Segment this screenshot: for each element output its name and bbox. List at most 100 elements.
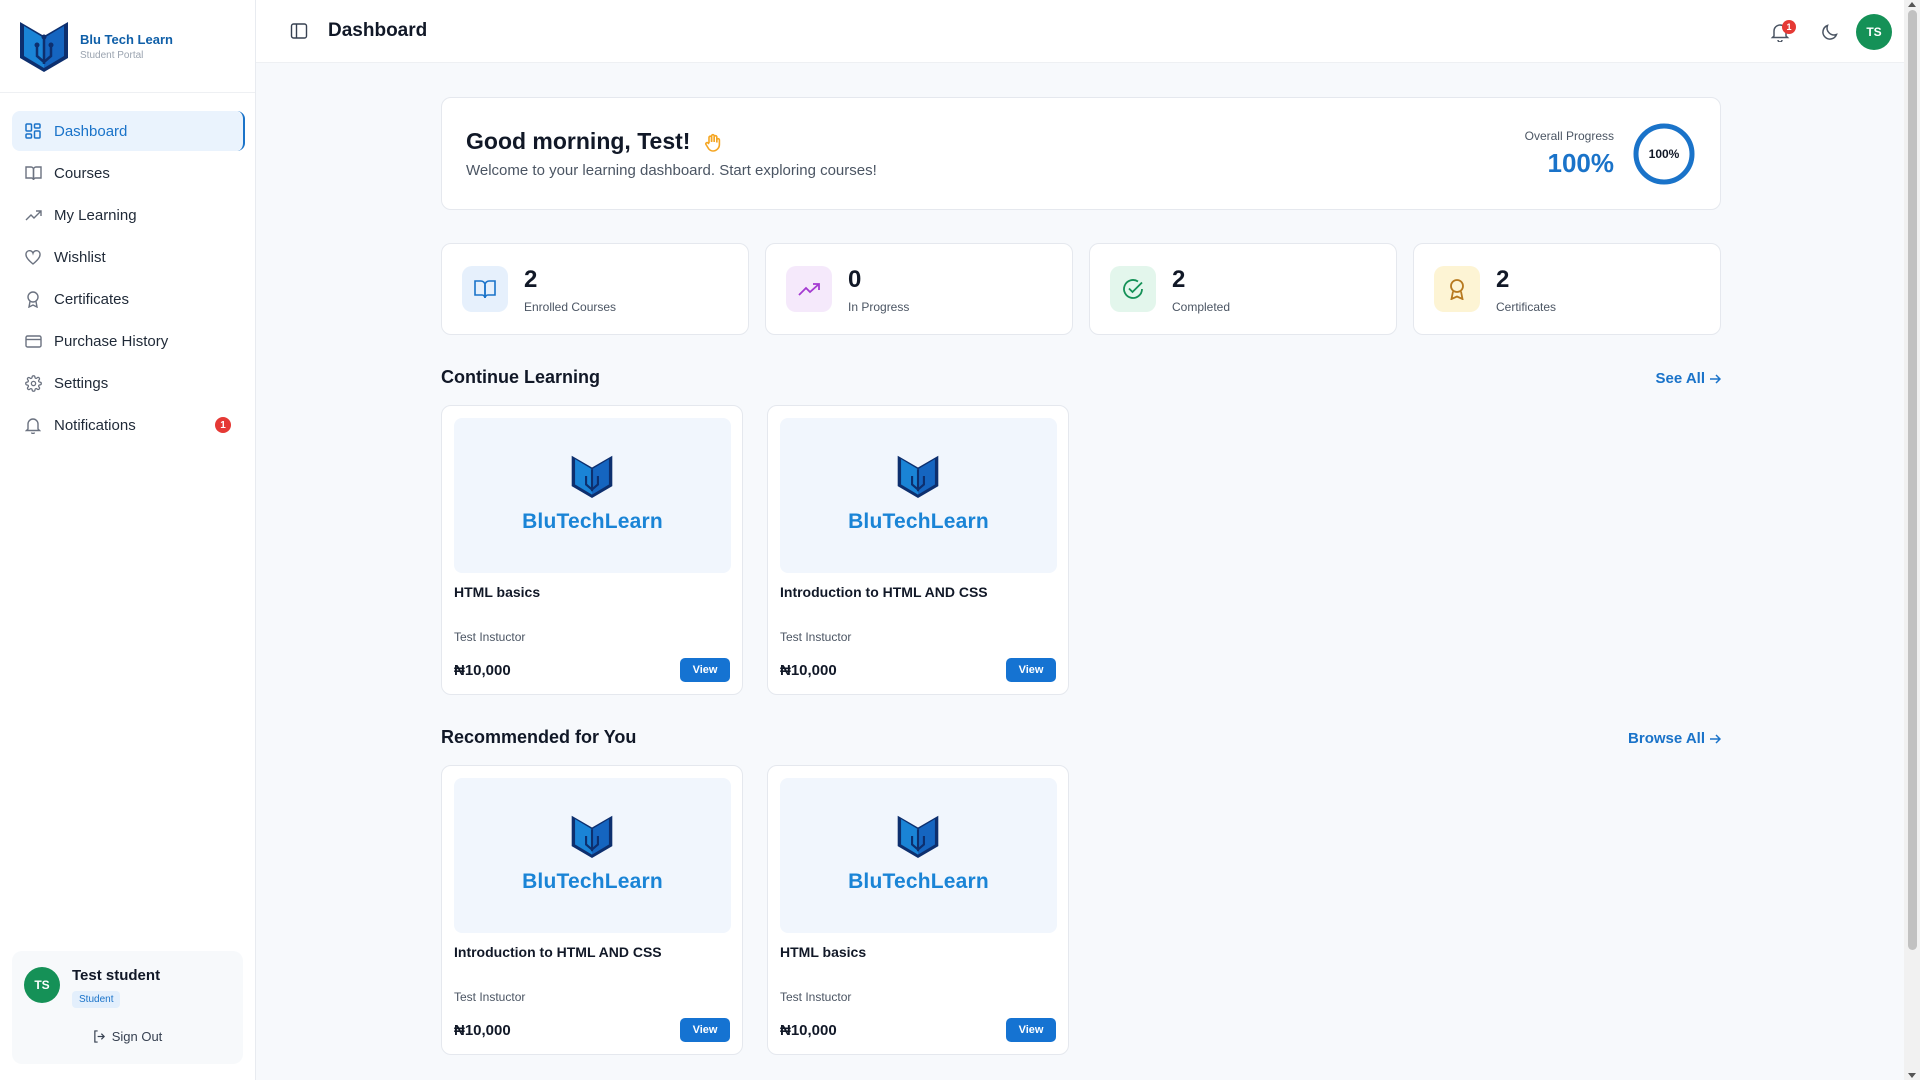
page-scrollbar[interactable] — [1904, 0, 1920, 1080]
continue-learning-section: Continue Learning See All BluTechLearn H… — [441, 367, 1721, 695]
sidebar-item-label: My Learning — [54, 206, 137, 224]
heart-icon — [24, 248, 42, 266]
card-icon — [24, 332, 42, 350]
main-content: Good morning, Test! Welcome to your lear… — [441, 97, 1721, 1055]
scroll-down-icon[interactable] — [1908, 1073, 1916, 1078]
progress-value: 100% — [1547, 148, 1615, 178]
sidebar-item-label: Settings — [54, 374, 109, 392]
wave-hand-icon — [704, 133, 721, 152]
course-title: HTML basics — [454, 584, 541, 600]
recommended-section: Recommended for You Browse All BluTechLe… — [441, 727, 1721, 1055]
course-title: Introduction to HTML AND CSS — [780, 584, 988, 600]
arrow-right-icon — [1710, 373, 1721, 384]
brand[interactable]: Blu Tech Learn Student Portal — [0, 0, 255, 93]
stat-icon-box — [1434, 266, 1480, 312]
thumbnail-wordmark: BluTechLearn — [848, 870, 989, 893]
brand-subtitle: Student Portal — [80, 49, 144, 61]
top-header: Dashboard 1 TS — [256, 0, 1920, 63]
brand-logo-icon — [20, 22, 68, 72]
sidebar-item-settings[interactable]: Settings — [12, 363, 243, 403]
sidebar-item-notifications[interactable]: Notifications 1 — [12, 405, 243, 445]
brand-logo-icon — [571, 815, 613, 858]
sign-out-label: Sign Out — [111, 1029, 163, 1044]
welcome-card: Good morning, Test! Welcome to your lear… — [441, 97, 1721, 210]
award-icon — [1450, 279, 1464, 300]
course-thumbnail: BluTechLearn — [780, 778, 1057, 933]
view-button[interactable]: View — [1006, 658, 1056, 682]
stat-icon-box — [786, 266, 832, 312]
sidebar-item-purchase-history[interactable]: Purchase History — [12, 321, 243, 361]
progress-label: Overall Progress — [1524, 129, 1614, 143]
course-instructor: Test Instuctor — [780, 630, 852, 644]
check-circle-icon — [1123, 279, 1143, 299]
arrow-right-icon — [1710, 733, 1721, 744]
sidebar-nav: Dashboard Courses My Learning Wishlist C… — [0, 93, 255, 445]
stat-label: Enrolled Courses — [524, 300, 617, 314]
browse-all-link[interactable]: Browse All — [1628, 730, 1721, 747]
sidebar-item-label: Certificates — [54, 290, 130, 308]
stat-in-progress: 0 In Progress — [765, 243, 1073, 335]
sidebar-item-courses[interactable]: Courses — [12, 153, 243, 193]
header-notification-badge: 1 — [1782, 20, 1796, 34]
course-card[interactable]: BluTechLearn Introduction to HTML AND CS… — [767, 405, 1069, 695]
trend-icon — [24, 206, 42, 224]
avatar[interactable]: TS — [24, 967, 60, 1003]
notification-badge: 1 — [215, 417, 231, 433]
stat-certificates: 2 Certificates — [1413, 243, 1721, 335]
sidebar-item-dashboard[interactable]: Dashboard — [12, 111, 245, 151]
course-card[interactable]: BluTechLearn HTML basics Test Instuctor … — [441, 405, 743, 695]
course-card[interactable]: BluTechLearn Introduction to HTML AND CS… — [441, 765, 743, 1055]
course-price: ₦10,000 — [454, 1022, 511, 1039]
see-all-link[interactable]: See All — [1656, 370, 1721, 387]
stat-label: Certificates — [1496, 300, 1557, 314]
moon-icon[interactable] — [1820, 22, 1840, 42]
greeting-text: Good morning, Test! — [466, 128, 691, 154]
scroll-up-icon[interactable] — [1908, 2, 1916, 7]
link-label: Browse All — [1628, 730, 1705, 747]
stats-row: 2 Enrolled Courses 0 In Progress 2 Compl… — [441, 243, 1721, 335]
sidebar-item-certificates[interactable]: Certificates — [12, 279, 243, 319]
scroll-thumb[interactable] — [1908, 10, 1917, 950]
stat-label: Completed — [1172, 300, 1231, 314]
course-thumbnail: BluTechLearn — [780, 418, 1057, 573]
sign-out-button[interactable]: Sign Out — [12, 1029, 243, 1044]
course-price: ₦10,000 — [454, 662, 511, 679]
section-title: Continue Learning — [441, 367, 600, 387]
brand-logo-icon — [571, 455, 613, 498]
course-instructor: Test Instuctor — [454, 630, 526, 644]
section-title: Recommended for You — [441, 727, 637, 747]
thumbnail-wordmark: BluTechLearn — [522, 870, 663, 893]
sidebar-item-label: Courses — [54, 164, 110, 182]
sidebar-item-my-learning[interactable]: My Learning — [12, 195, 243, 235]
trend-up-icon — [798, 283, 820, 296]
greeting-subtitle: Welcome to your learning dashboard. Star… — [466, 162, 877, 179]
sidebar-item-label: Dashboard — [54, 122, 128, 140]
course-title: HTML basics — [780, 944, 867, 960]
sidebar-toggle-icon[interactable] — [290, 22, 308, 40]
stat-enrolled-courses: 2 Enrolled Courses — [441, 243, 749, 335]
progress-ring-label: 100% — [1648, 147, 1680, 161]
sidebar-item-label: Wishlist — [54, 248, 106, 266]
thumbnail-wordmark: BluTechLearn — [848, 510, 989, 533]
course-thumbnail: BluTechLearn — [454, 778, 731, 933]
grid-icon — [24, 122, 42, 140]
logout-icon — [93, 1030, 105, 1043]
sidebar-item-wishlist[interactable]: Wishlist — [12, 237, 243, 277]
course-instructor: Test Instuctor — [454, 990, 526, 1004]
brand-name: Blu Tech Learn — [80, 31, 173, 47]
view-button[interactable]: View — [1006, 1018, 1056, 1042]
stat-icon-box — [1110, 266, 1156, 312]
course-instructor: Test Instuctor — [780, 990, 852, 1004]
view-button[interactable]: View — [680, 1018, 730, 1042]
bell-icon — [24, 416, 42, 434]
view-button[interactable]: View — [680, 658, 730, 682]
course-card[interactable]: BluTechLearn HTML basics Test Instuctor … — [767, 765, 1069, 1055]
course-price: ₦10,000 — [780, 1022, 837, 1039]
stat-value: 0 — [848, 266, 862, 293]
brand-logo-icon — [897, 455, 939, 498]
course-price: ₦10,000 — [780, 662, 837, 679]
award-icon — [24, 290, 42, 308]
header-avatar[interactable]: TS — [1856, 14, 1892, 50]
book-open-icon — [474, 280, 496, 299]
stat-completed: 2 Completed — [1089, 243, 1397, 335]
